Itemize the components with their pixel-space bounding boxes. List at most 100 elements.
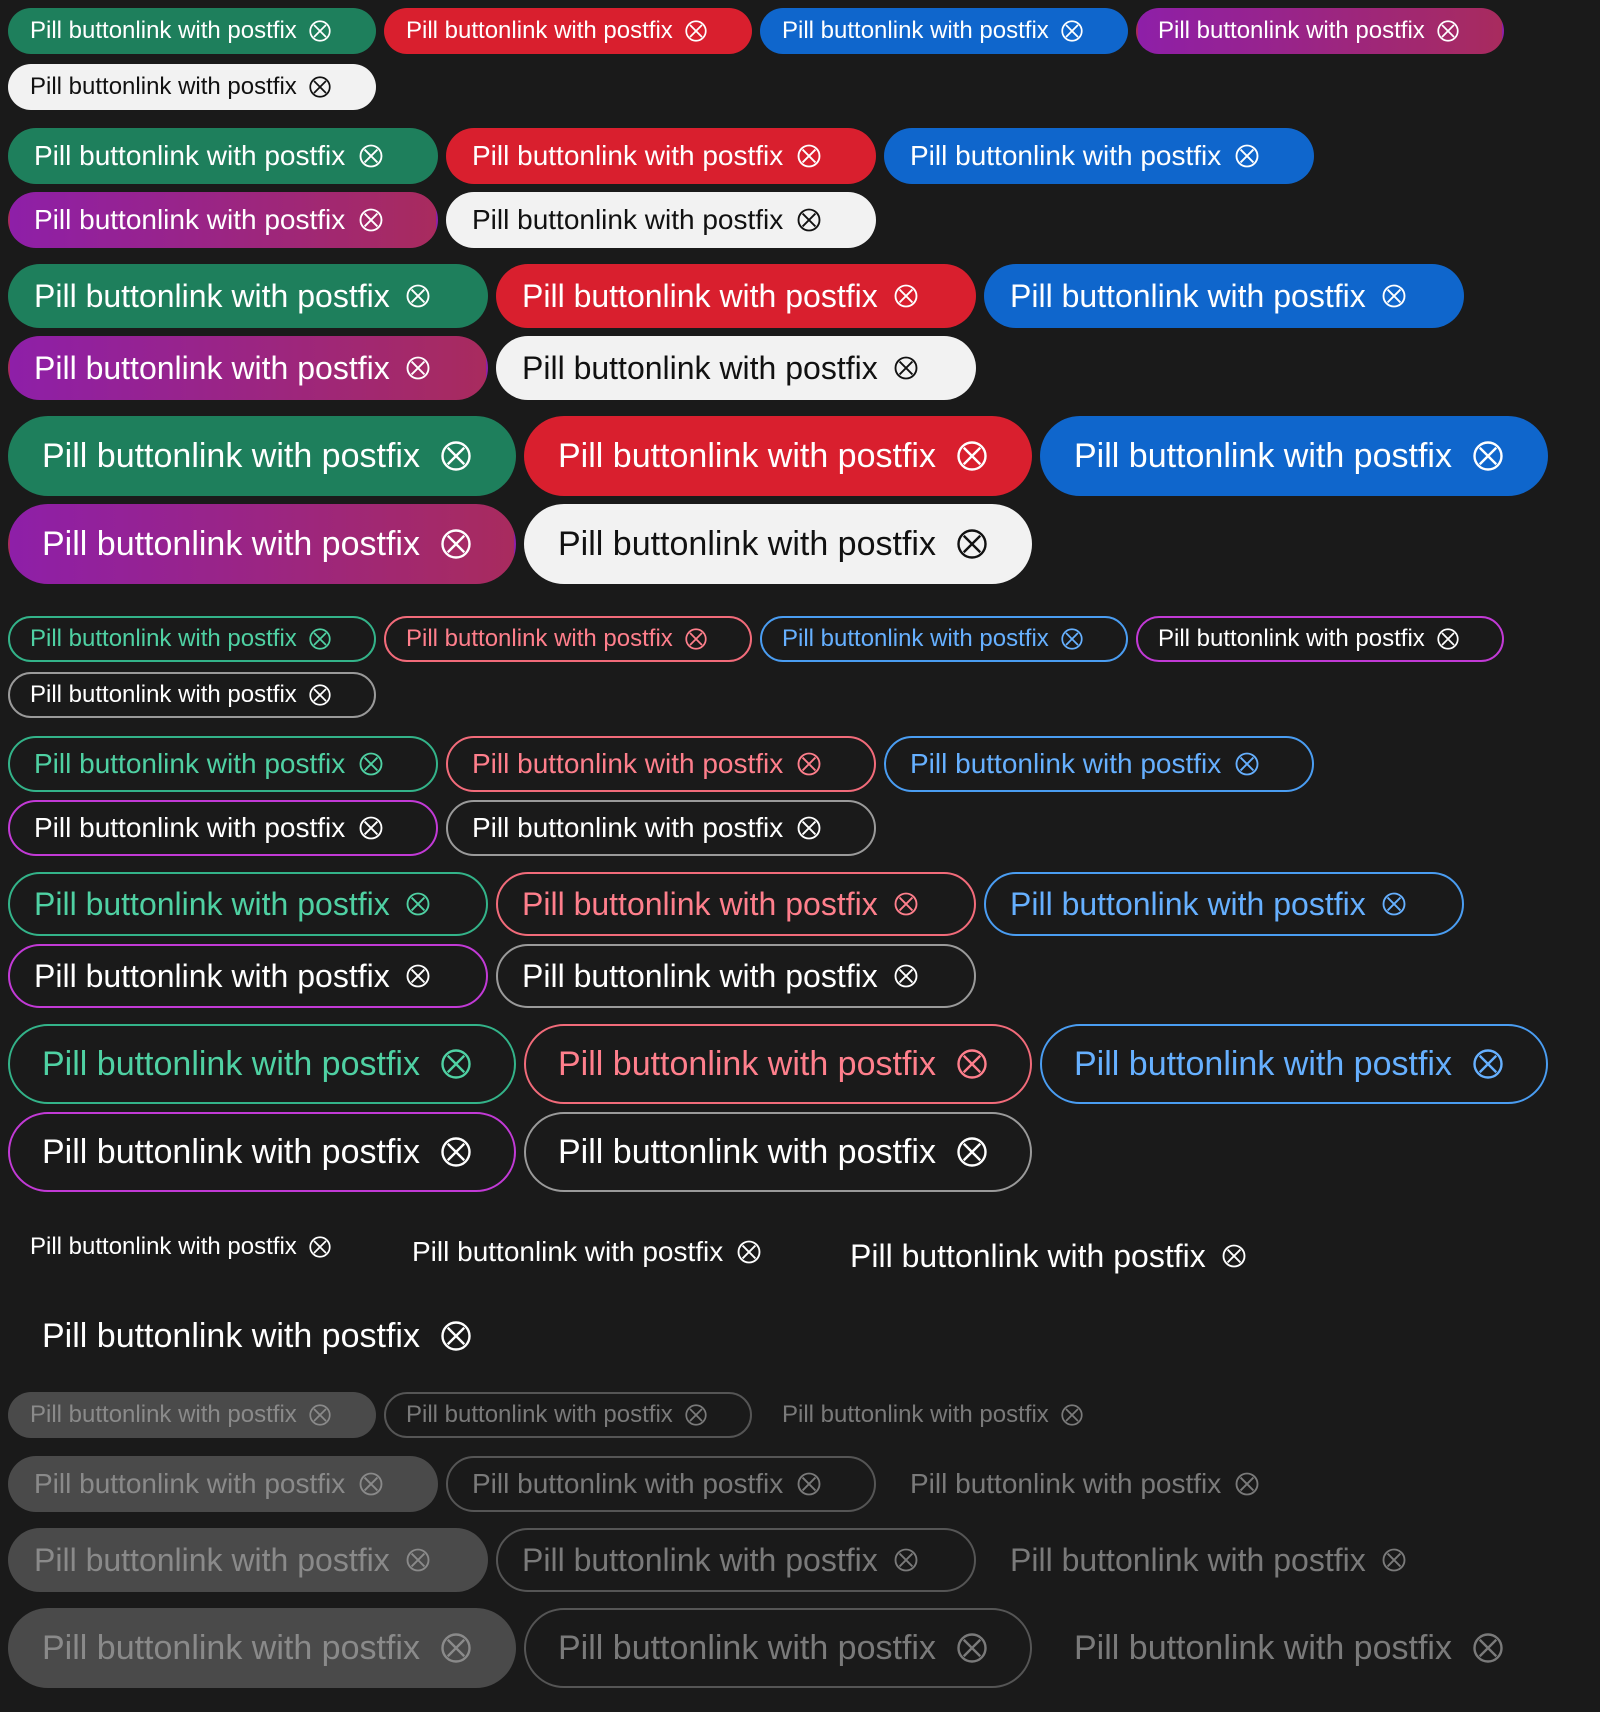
pill-button-outline-white[interactable]: Pill buttonlink with postfix	[496, 944, 976, 1008]
pill-button-filled-green[interactable]: Pill buttonlink with postfix	[8, 8, 376, 54]
close-circle-icon	[404, 1546, 432, 1574]
pill-button-filled-red[interactable]: Pill buttonlink with postfix	[524, 416, 1032, 496]
pill-button-label: Pill buttonlink with postfix	[1074, 1044, 1452, 1083]
pill-button-label: Pill buttonlink with postfix	[558, 524, 936, 563]
close-circle-icon	[1220, 1242, 1248, 1270]
close-circle-icon	[892, 962, 920, 990]
pill-button-outline-purple[interactable]: Pill buttonlink with postfix	[8, 944, 488, 1008]
pill-button-filled-red[interactable]: Pill buttonlink with postfix	[384, 8, 752, 54]
close-circle-icon	[438, 526, 474, 562]
pill-button-filled-blue[interactable]: Pill buttonlink with postfix	[984, 264, 1464, 328]
pill-button-label: Pill buttonlink with postfix	[34, 748, 346, 779]
pill-button-outline-purple[interactable]: Pill buttonlink with postfix	[1136, 616, 1504, 662]
pill-button-filled-purple[interactable]: Pill buttonlink with postfix	[8, 504, 516, 584]
pill-button-label: Pill buttonlink with postfix	[42, 1132, 420, 1171]
pill-button-label: Pill buttonlink with postfix	[1074, 1628, 1452, 1667]
pill-button-outline-white[interactable]: Pill buttonlink with postfix	[524, 1112, 1032, 1192]
pill-button-outline-purple[interactable]: Pill buttonlink with postfix	[8, 1112, 516, 1192]
close-circle-icon	[1435, 626, 1461, 652]
pill-button-disabled-outline: Pill buttonlink with postfix	[524, 1608, 1032, 1688]
pill-button-outline-red[interactable]: Pill buttonlink with postfix	[446, 736, 876, 792]
pill-button-outline-green[interactable]: Pill buttonlink with postfix	[8, 1024, 516, 1104]
close-circle-icon	[307, 682, 333, 708]
pill-button-filled-red[interactable]: Pill buttonlink with postfix	[446, 128, 876, 184]
close-circle-icon	[438, 1630, 474, 1666]
pill-button-filled-blue[interactable]: Pill buttonlink with postfix	[760, 8, 1128, 54]
pill-button-filled-blue[interactable]: Pill buttonlink with postfix	[884, 128, 1314, 184]
pill-button-ghost[interactable]: Pill buttonlink with postfix	[8, 1296, 516, 1376]
pill-button-filled-green[interactable]: Pill buttonlink with postfix	[8, 416, 516, 496]
pill-button-outline-green[interactable]: Pill buttonlink with postfix	[8, 736, 438, 792]
pill-button-filled-green[interactable]: Pill buttonlink with postfix	[8, 128, 438, 184]
pill-button-label: Pill buttonlink with postfix	[910, 1468, 1222, 1499]
close-circle-icon	[892, 354, 920, 382]
close-circle-icon	[795, 750, 823, 778]
pill-button-label: Pill buttonlink with postfix	[558, 1132, 936, 1171]
pill-button-filled-red[interactable]: Pill buttonlink with postfix	[496, 264, 976, 328]
pill-button-label: Pill buttonlink with postfix	[34, 1541, 390, 1578]
pill-button-label: Pill buttonlink with postfix	[522, 277, 878, 314]
pill-button-outline-blue[interactable]: Pill buttonlink with postfix	[760, 616, 1128, 662]
pill-button-filled-green[interactable]: Pill buttonlink with postfix	[8, 264, 488, 328]
pill-button-outline-green[interactable]: Pill buttonlink with postfix	[8, 872, 488, 936]
close-circle-icon	[404, 962, 432, 990]
pill-button-filled-white[interactable]: Pill buttonlink with postfix	[496, 336, 976, 400]
close-circle-icon	[438, 438, 474, 474]
pill-button-outline-blue[interactable]: Pill buttonlink with postfix	[884, 736, 1314, 792]
pill-button-label: Pill buttonlink with postfix	[522, 957, 878, 994]
pill-button-label: Pill buttonlink with postfix	[34, 204, 346, 235]
pill-button-outline-blue[interactable]: Pill buttonlink with postfix	[984, 872, 1464, 936]
pill-button-outline-purple[interactable]: Pill buttonlink with postfix	[8, 800, 438, 856]
pill-button-label: Pill buttonlink with postfix	[34, 140, 346, 171]
pill-button-label: Pill buttonlink with postfix	[406, 625, 673, 652]
pill-button-ghost[interactable]: Pill buttonlink with postfix	[8, 1224, 376, 1270]
pill-button-showcase: Pill buttonlink with postfix Pill button…	[0, 0, 1600, 1712]
pill-button-ghost[interactable]: Pill buttonlink with postfix	[824, 1224, 1294, 1288]
pill-button-label: Pill buttonlink with postfix	[30, 17, 297, 44]
pill-button-outline-red[interactable]: Pill buttonlink with postfix	[496, 872, 976, 936]
close-circle-icon	[404, 354, 432, 382]
close-circle-icon	[438, 1046, 474, 1082]
close-circle-icon	[404, 282, 432, 310]
pill-button-label: Pill buttonlink with postfix	[1010, 1541, 1366, 1578]
pill-button-label: Pill buttonlink with postfix	[42, 1044, 420, 1083]
pill-button-outline-green[interactable]: Pill buttonlink with postfix	[8, 616, 376, 662]
close-circle-icon	[1380, 1546, 1408, 1574]
pill-button-filled-white[interactable]: Pill buttonlink with postfix	[446, 192, 876, 248]
close-circle-icon	[438, 1318, 474, 1354]
pill-button-label: Pill buttonlink with postfix	[406, 17, 673, 44]
pill-button-outline-red[interactable]: Pill buttonlink with postfix	[384, 616, 752, 662]
pill-button-filled-white[interactable]: Pill buttonlink with postfix	[524, 504, 1032, 584]
close-circle-icon	[307, 1234, 333, 1260]
pill-button-outline-white[interactable]: Pill buttonlink with postfix	[446, 800, 876, 856]
pill-button-filled-blue[interactable]: Pill buttonlink with postfix	[1040, 416, 1548, 496]
pill-button-label: Pill buttonlink with postfix	[910, 748, 1222, 779]
close-circle-icon	[1233, 1470, 1261, 1498]
pill-button-outline-blue[interactable]: Pill buttonlink with postfix	[1040, 1024, 1548, 1104]
pill-button-disabled-ghost: Pill buttonlink with postfix	[884, 1456, 1314, 1512]
pill-button-label: Pill buttonlink with postfix	[558, 436, 936, 475]
pill-button-label: Pill buttonlink with postfix	[850, 1237, 1206, 1274]
close-circle-icon	[892, 890, 920, 918]
pill-button-disabled-filled: Pill buttonlink with postfix	[8, 1608, 516, 1688]
close-circle-icon	[1233, 750, 1261, 778]
pill-button-label: Pill buttonlink with postfix	[406, 1401, 673, 1428]
pill-button-label: Pill buttonlink with postfix	[42, 436, 420, 475]
pill-button-label: Pill buttonlink with postfix	[522, 1541, 878, 1578]
close-circle-icon	[357, 1470, 385, 1498]
pill-button-disabled-outline: Pill buttonlink with postfix	[384, 1392, 752, 1438]
pill-button-outline-white[interactable]: Pill buttonlink with postfix	[8, 672, 376, 718]
close-circle-icon	[307, 626, 333, 652]
pill-button-filled-white[interactable]: Pill buttonlink with postfix	[8, 64, 376, 110]
close-circle-icon	[307, 74, 333, 100]
close-circle-icon	[1059, 1402, 1085, 1428]
pill-button-ghost[interactable]: Pill buttonlink with postfix	[386, 1224, 806, 1280]
pill-button-disabled-outline: Pill buttonlink with postfix	[496, 1528, 976, 1592]
pill-button-disabled-filled: Pill buttonlink with postfix	[8, 1456, 438, 1512]
pill-button-outline-red[interactable]: Pill buttonlink with postfix	[524, 1024, 1032, 1104]
pill-button-filled-purple[interactable]: Pill buttonlink with postfix	[1136, 8, 1504, 54]
close-circle-icon	[795, 142, 823, 170]
close-circle-icon	[892, 282, 920, 310]
pill-button-filled-purple[interactable]: Pill buttonlink with postfix	[8, 192, 438, 248]
pill-button-filled-purple[interactable]: Pill buttonlink with postfix	[8, 336, 488, 400]
